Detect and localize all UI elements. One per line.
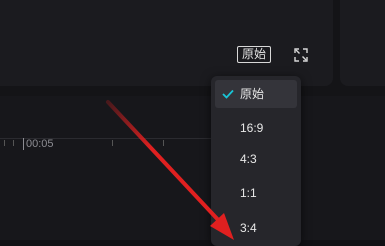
menu-item-label: 4:3 bbox=[240, 152, 257, 166]
menu-item-1-1[interactable]: 1:1 bbox=[215, 179, 297, 207]
ruler-tick bbox=[13, 140, 14, 146]
menu-item-label: 3:4 bbox=[240, 221, 257, 235]
menu-item-label: 16:9 bbox=[240, 121, 264, 135]
ruler-major-tick bbox=[23, 138, 24, 150]
menu-item-label: 1:1 bbox=[240, 186, 257, 200]
side-panel bbox=[340, 0, 385, 86]
ruler-tick bbox=[112, 140, 113, 146]
aspect-ratio-button[interactable]: 原始 bbox=[237, 46, 271, 63]
ruler-tick bbox=[4, 140, 5, 146]
ruler-tick bbox=[163, 140, 164, 146]
menu-item-4-3[interactable]: 4:3 bbox=[215, 145, 297, 173]
timeline-panel bbox=[0, 96, 385, 240]
menu-item-3-4[interactable]: 3:4 bbox=[215, 214, 297, 242]
preview-panel bbox=[0, 0, 333, 86]
fullscreen-icon[interactable] bbox=[293, 47, 309, 63]
ruler-time-label: 00:05 bbox=[26, 138, 54, 150]
menu-item-original[interactable]: 原始 bbox=[215, 80, 297, 108]
menu-item-16-9[interactable]: 16:9 bbox=[215, 114, 297, 142]
aspect-ratio-dropdown: 原始 16:9 4:3 1:1 3:4 bbox=[211, 76, 301, 246]
check-icon bbox=[222, 89, 234, 99]
menu-item-label: 原始 bbox=[240, 87, 265, 101]
